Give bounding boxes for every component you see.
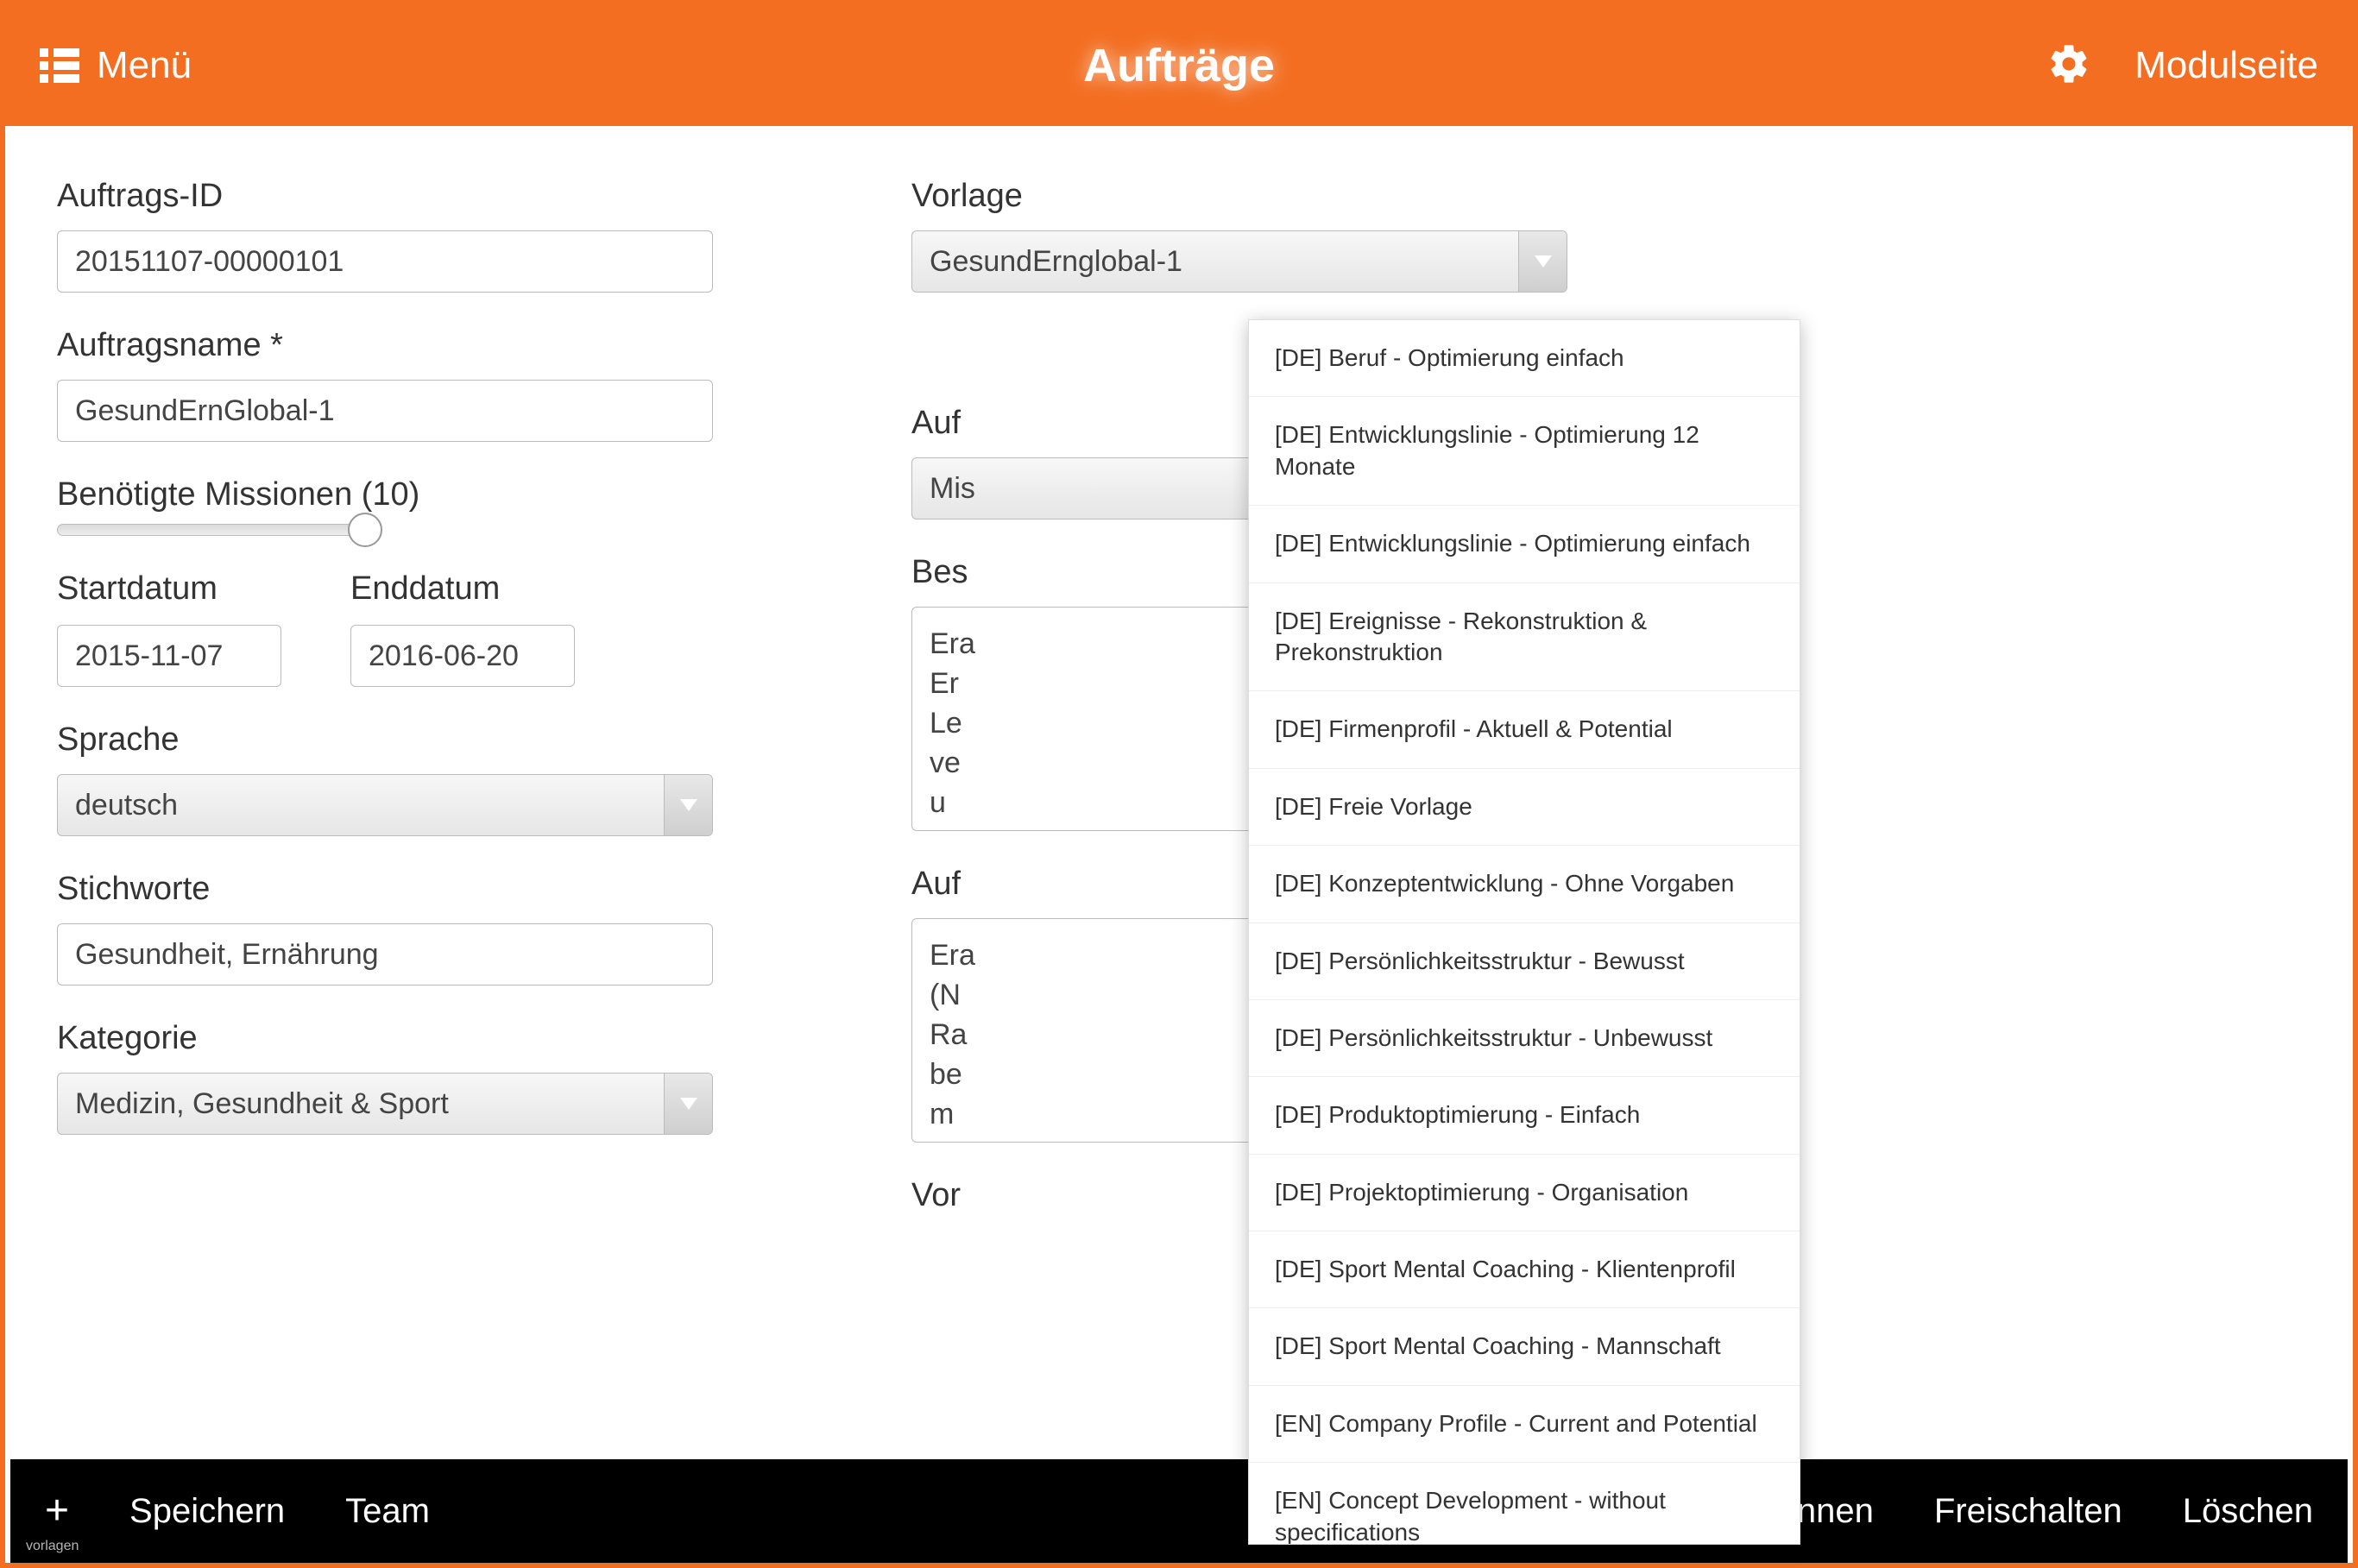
dropdown-item[interactable]: [DE] Projektoptimierung - Organisation bbox=[1249, 1155, 1800, 1231]
slider-thumb[interactable] bbox=[348, 513, 382, 547]
auftrags-id-label: Auftrags-ID bbox=[57, 178, 756, 215]
page-title-wrap: Aufträge bbox=[1083, 39, 1275, 92]
auftragsname-label: Auftragsname * bbox=[57, 327, 756, 364]
team-button[interactable]: Team bbox=[345, 1492, 430, 1531]
dropdown-item[interactable]: [DE] Persönlichkeitsstruktur - Bewusst bbox=[1249, 923, 1800, 1000]
sprache-value: deutsch bbox=[58, 789, 664, 822]
dropdown-item[interactable]: [DE] Sport Mental Coaching - Klientenpro… bbox=[1249, 1231, 1800, 1308]
dropdown-item[interactable]: [DE] Freie Vorlage bbox=[1249, 769, 1800, 846]
dropdown-item[interactable]: [DE] Produktoptimierung - Einfach bbox=[1249, 1077, 1800, 1154]
dropdown-item[interactable]: [DE] Konzeptentwicklung - Ohne Vorgaben bbox=[1249, 846, 1800, 923]
vorlage-dropdown-list: [DE] Beruf - Optimierung einfach [DE] En… bbox=[1248, 319, 1800, 1545]
plus-icon[interactable]: + bbox=[45, 1490, 69, 1532]
loeschen-button[interactable]: Löschen bbox=[2183, 1492, 2313, 1531]
auftrags-id-input[interactable] bbox=[57, 230, 713, 293]
speichern-button[interactable]: Speichern bbox=[129, 1492, 285, 1531]
sprache-label: Sprache bbox=[57, 721, 756, 759]
page-title: Aufträge bbox=[1083, 40, 1275, 91]
freischalten-button[interactable]: Freischalten bbox=[1934, 1492, 2122, 1531]
dropdown-item[interactable]: [EN] Concept Development - without speci… bbox=[1249, 1463, 1800, 1545]
chevron-down-icon bbox=[1518, 231, 1567, 292]
kategorie-label: Kategorie bbox=[57, 1020, 756, 1057]
watermark: vorlagen bbox=[26, 1539, 79, 1554]
vorlage-label: Vorlage bbox=[911, 178, 1576, 215]
vorlage-value: GesundErnglobal-1 bbox=[912, 245, 1518, 279]
enddatum-input[interactable] bbox=[350, 625, 575, 687]
stichworte-label: Stichworte bbox=[57, 871, 756, 908]
header-bar: Menü Aufträge Modulseite bbox=[5, 5, 2353, 126]
chevron-down-icon bbox=[664, 1074, 712, 1134]
kategorie-value: Medizin, Gesundheit & Sport bbox=[58, 1087, 664, 1121]
dropdown-item[interactable]: [DE] Persönlichkeitsstruktur - Unbewusst bbox=[1249, 1000, 1800, 1077]
kategorie-select[interactable]: Medizin, Gesundheit & Sport bbox=[57, 1073, 713, 1135]
chevron-down-icon bbox=[664, 775, 712, 835]
enddatum-label: Enddatum bbox=[350, 570, 575, 608]
left-column: Auftrags-ID Auftragsname * Benötigte Mis… bbox=[57, 178, 756, 1459]
menu-icon bbox=[40, 48, 79, 83]
dropdown-item[interactable]: [DE] Beruf - Optimierung einfach bbox=[1249, 320, 1800, 397]
auftragsname-input[interactable] bbox=[57, 380, 713, 442]
startdatum-label: Startdatum bbox=[57, 570, 281, 608]
startdatum-input[interactable] bbox=[57, 625, 281, 687]
dropdown-item[interactable]: [DE] Entwicklungslinie - Optimierung ein… bbox=[1249, 506, 1800, 582]
menu-label: Menü bbox=[97, 44, 192, 87]
gear-icon[interactable] bbox=[2046, 41, 2091, 91]
missionen-label: Benötigte Missionen (10) bbox=[57, 476, 756, 513]
dropdown-item[interactable]: [DE] Sport Mental Coaching - Mannschaft bbox=[1249, 1308, 1800, 1385]
dropdown-item[interactable]: [DE] Ereignisse - Rekonstruktion & Preko… bbox=[1249, 583, 1800, 692]
modulseite-link[interactable]: Modulseite bbox=[2134, 44, 2318, 87]
stichworte-input[interactable] bbox=[57, 923, 713, 986]
dropdown-item[interactable]: [DE] Firmenprofil - Aktuell & Potential bbox=[1249, 691, 1800, 768]
dropdown-item[interactable]: [DE] Entwicklungslinie - Optimierung 12 … bbox=[1249, 397, 1800, 506]
sprache-select[interactable]: deutsch bbox=[57, 774, 713, 836]
missionen-slider[interactable] bbox=[57, 524, 368, 536]
menu-button[interactable]: Menü bbox=[40, 44, 192, 87]
footer-bar: + Speichern Team eginnen Freischalten Lö… bbox=[10, 1459, 2348, 1563]
vorlage-select[interactable]: GesundErnglobal-1 bbox=[911, 230, 1567, 293]
dropdown-item[interactable]: [EN] Company Profile - Current and Poten… bbox=[1249, 1386, 1800, 1463]
